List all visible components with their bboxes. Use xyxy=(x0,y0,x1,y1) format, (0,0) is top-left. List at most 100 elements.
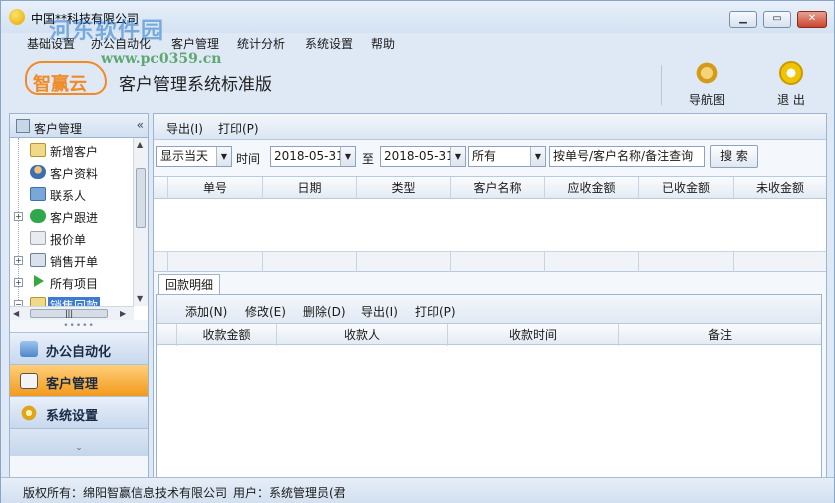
chevron-down-icon[interactable]: ▼ xyxy=(450,147,465,166)
menu-office-automation[interactable]: 办公自动化 xyxy=(91,35,151,52)
play-icon xyxy=(34,275,44,287)
expand-icon[interactable]: + xyxy=(14,212,23,221)
column-header[interactable]: 已收金额 xyxy=(639,177,734,199)
nav-label: 办公自动化 xyxy=(46,345,112,360)
row-indicator-header xyxy=(154,177,168,199)
app-window: 中国**科技有限公司 河东软件园 ▁ ▭ ✕ 基础设置 办公自动化 客户管理 统… xyxy=(0,0,835,503)
column-header[interactable]: 备注 xyxy=(619,324,821,346)
scroll-thumb[interactable]: ||| xyxy=(30,309,108,318)
chevron-down-icon[interactable]: ▼ xyxy=(530,147,545,166)
sidebar-item-all-projects[interactable]: + 所有项目 xyxy=(10,272,134,292)
column-header[interactable]: 客户名称 xyxy=(451,177,545,199)
column-header[interactable]: 类型 xyxy=(357,177,451,199)
column-header[interactable]: 收款人 xyxy=(277,324,448,346)
edit-icon xyxy=(20,373,38,389)
collapse-chevrons-icon[interactable]: « xyxy=(137,118,144,132)
sidebar-item-sales-order[interactable]: + 销售开单 xyxy=(10,250,134,270)
export-button[interactable]: 导出(I) xyxy=(166,120,203,137)
sidebar-header: 客户管理 « xyxy=(10,114,148,138)
edit-button[interactable]: 修改(E) xyxy=(245,303,286,320)
tab-payment-details[interactable]: 回款明细 xyxy=(158,274,221,295)
scroll-down-icon[interactable]: ▼ xyxy=(137,294,143,303)
chevron-down-icon[interactable]: ▼ xyxy=(216,147,231,166)
summary-cell xyxy=(357,252,451,272)
export-button[interactable]: 导出(I) xyxy=(361,303,398,320)
header-separator xyxy=(661,65,662,105)
add-button[interactable]: 添加(N) xyxy=(185,303,227,320)
search-button[interactable]: 搜 索 xyxy=(710,145,758,168)
chevron-down-icon[interactable]: ▼ xyxy=(340,147,355,166)
menu-statistics[interactable]: 统计分析 xyxy=(237,35,285,52)
summary-cell xyxy=(168,252,263,272)
detail-toolbar: 添加(N) 修改(E) 删除(D) 导出(I) 打印(P) xyxy=(157,295,821,323)
navigation-map-button[interactable]: 导航图 xyxy=(679,61,735,108)
date-to-picker[interactable]: 2018-05-31 ▼ xyxy=(380,146,466,167)
column-header[interactable]: 单号 xyxy=(168,177,263,199)
tree-vertical-scrollbar[interactable]: ▲ ▼ xyxy=(133,138,148,306)
scroll-left-icon[interactable]: ◀ xyxy=(13,309,19,318)
sidebar-item-label: 所有项目 xyxy=(50,277,99,291)
nav-customer-management[interactable]: 客户管理 xyxy=(10,364,148,396)
detail-table-header: 收款金额 收款人 收款时间 备注 xyxy=(157,323,821,346)
close-button[interactable]: ✕ xyxy=(797,11,827,28)
maximize-button[interactable]: ▭ xyxy=(763,11,791,28)
column-header[interactable]: 收款时间 xyxy=(448,324,619,346)
sidebar-item-label: 客户资料 xyxy=(50,167,99,181)
nav-office-automation[interactable]: 办公自动化 xyxy=(10,332,148,364)
print-button[interactable]: 打印(P) xyxy=(218,120,259,137)
main-toolbar: 导出(I) 打印(P) xyxy=(154,114,826,140)
date-from-picker[interactable]: 2018-05-31 ▼ xyxy=(270,146,356,167)
sidebar-item-customer-followup[interactable]: + 客户跟进 xyxy=(10,206,134,226)
app-icon xyxy=(9,9,25,25)
column-header[interactable]: 收款金额 xyxy=(177,324,277,346)
summary-cell xyxy=(263,252,357,272)
document-icon xyxy=(30,231,46,245)
exit-button[interactable]: 退 出 xyxy=(763,61,819,108)
splitter-handle[interactable]: ••••• xyxy=(10,320,148,332)
print-button[interactable]: 打印(P) xyxy=(415,303,456,320)
exit-label: 退 出 xyxy=(777,93,805,107)
delete-button[interactable]: 删除(D) xyxy=(303,303,346,320)
menu-system-settings[interactable]: 系统设置 xyxy=(305,35,353,52)
sidebar-item-quotation[interactable]: 报价单 xyxy=(10,228,134,248)
sidebar-item-customer-profile[interactable]: 客户资料 xyxy=(10,162,134,182)
summary-cell xyxy=(154,252,168,272)
sidebar-item-label: 联系人 xyxy=(50,189,87,203)
copyright-text: 版权所有：绵阳智赢信息技术有限公司 xyxy=(23,486,228,500)
edit-icon xyxy=(30,253,46,267)
filter-bar: 显示当天 ▼ 时间 2018-05-31 ▼ 至 2018-05-31 ▼ 所有… xyxy=(154,142,826,172)
period-select[interactable]: 显示当天 ▼ xyxy=(156,146,232,167)
scroll-up-icon[interactable]: ▲ xyxy=(137,140,143,149)
customer-management-icon xyxy=(16,119,30,133)
expand-icon[interactable]: + xyxy=(14,256,23,265)
summary-cell xyxy=(639,252,734,272)
status-bar: 版权所有：绵阳智赢信息技术有限公司 用户：系统管理员(君 xyxy=(1,477,834,503)
sidebar: 客户管理 « 新增客户 客户资料 联系人 + 客户跟进 报价单 + 销售开单 +… xyxy=(9,113,149,479)
search-input[interactable]: 按单号/客户名称/备注查询 xyxy=(549,146,705,167)
date-to-value: 2018-05-31 xyxy=(384,149,454,163)
menu-basic-settings[interactable]: 基础设置 xyxy=(27,35,75,52)
expand-icon[interactable]: + xyxy=(14,278,23,287)
nav-label: 系统设置 xyxy=(46,409,99,424)
table-header: 单号 日期 类型 客户名称 应收金额 已收金额 未收金额 xyxy=(154,177,826,199)
tree-horizontal-scrollbar[interactable]: ◀ ||| ▶ xyxy=(10,306,134,320)
column-header[interactable]: 未收金额 xyxy=(734,177,826,199)
sidebar-item-new-customer[interactable]: 新增客户 xyxy=(10,140,134,160)
detail-tab-bar: 回款明细 xyxy=(154,272,826,295)
payment-details-panel: 添加(N) 修改(E) 删除(D) 导出(I) 打印(P) 收款金额 收款人 收… xyxy=(156,294,822,478)
minimize-button[interactable]: ▁ xyxy=(729,11,757,28)
column-header[interactable]: 应收金额 xyxy=(545,177,639,199)
nav-system-settings[interactable]: 系统设置 xyxy=(10,396,148,428)
scroll-thumb[interactable] xyxy=(136,168,146,228)
office-icon xyxy=(20,341,38,357)
search-query-value: 按单号/客户名称/备注查询 xyxy=(553,149,694,163)
sidebar-item-contacts[interactable]: 联系人 xyxy=(10,184,134,204)
navigation-map-label: 导航图 xyxy=(688,93,725,107)
scope-select[interactable]: 所有 ▼ xyxy=(468,146,546,167)
menu-help[interactable]: 帮助 xyxy=(371,35,395,52)
card-icon xyxy=(30,143,46,157)
column-header[interactable]: 日期 xyxy=(263,177,357,199)
scroll-right-icon[interactable]: ▶ xyxy=(120,309,126,318)
nav-overflow-chevron-icon[interactable]: ⌄ xyxy=(10,428,148,456)
menu-customer-management[interactable]: 客户管理 xyxy=(171,35,219,52)
